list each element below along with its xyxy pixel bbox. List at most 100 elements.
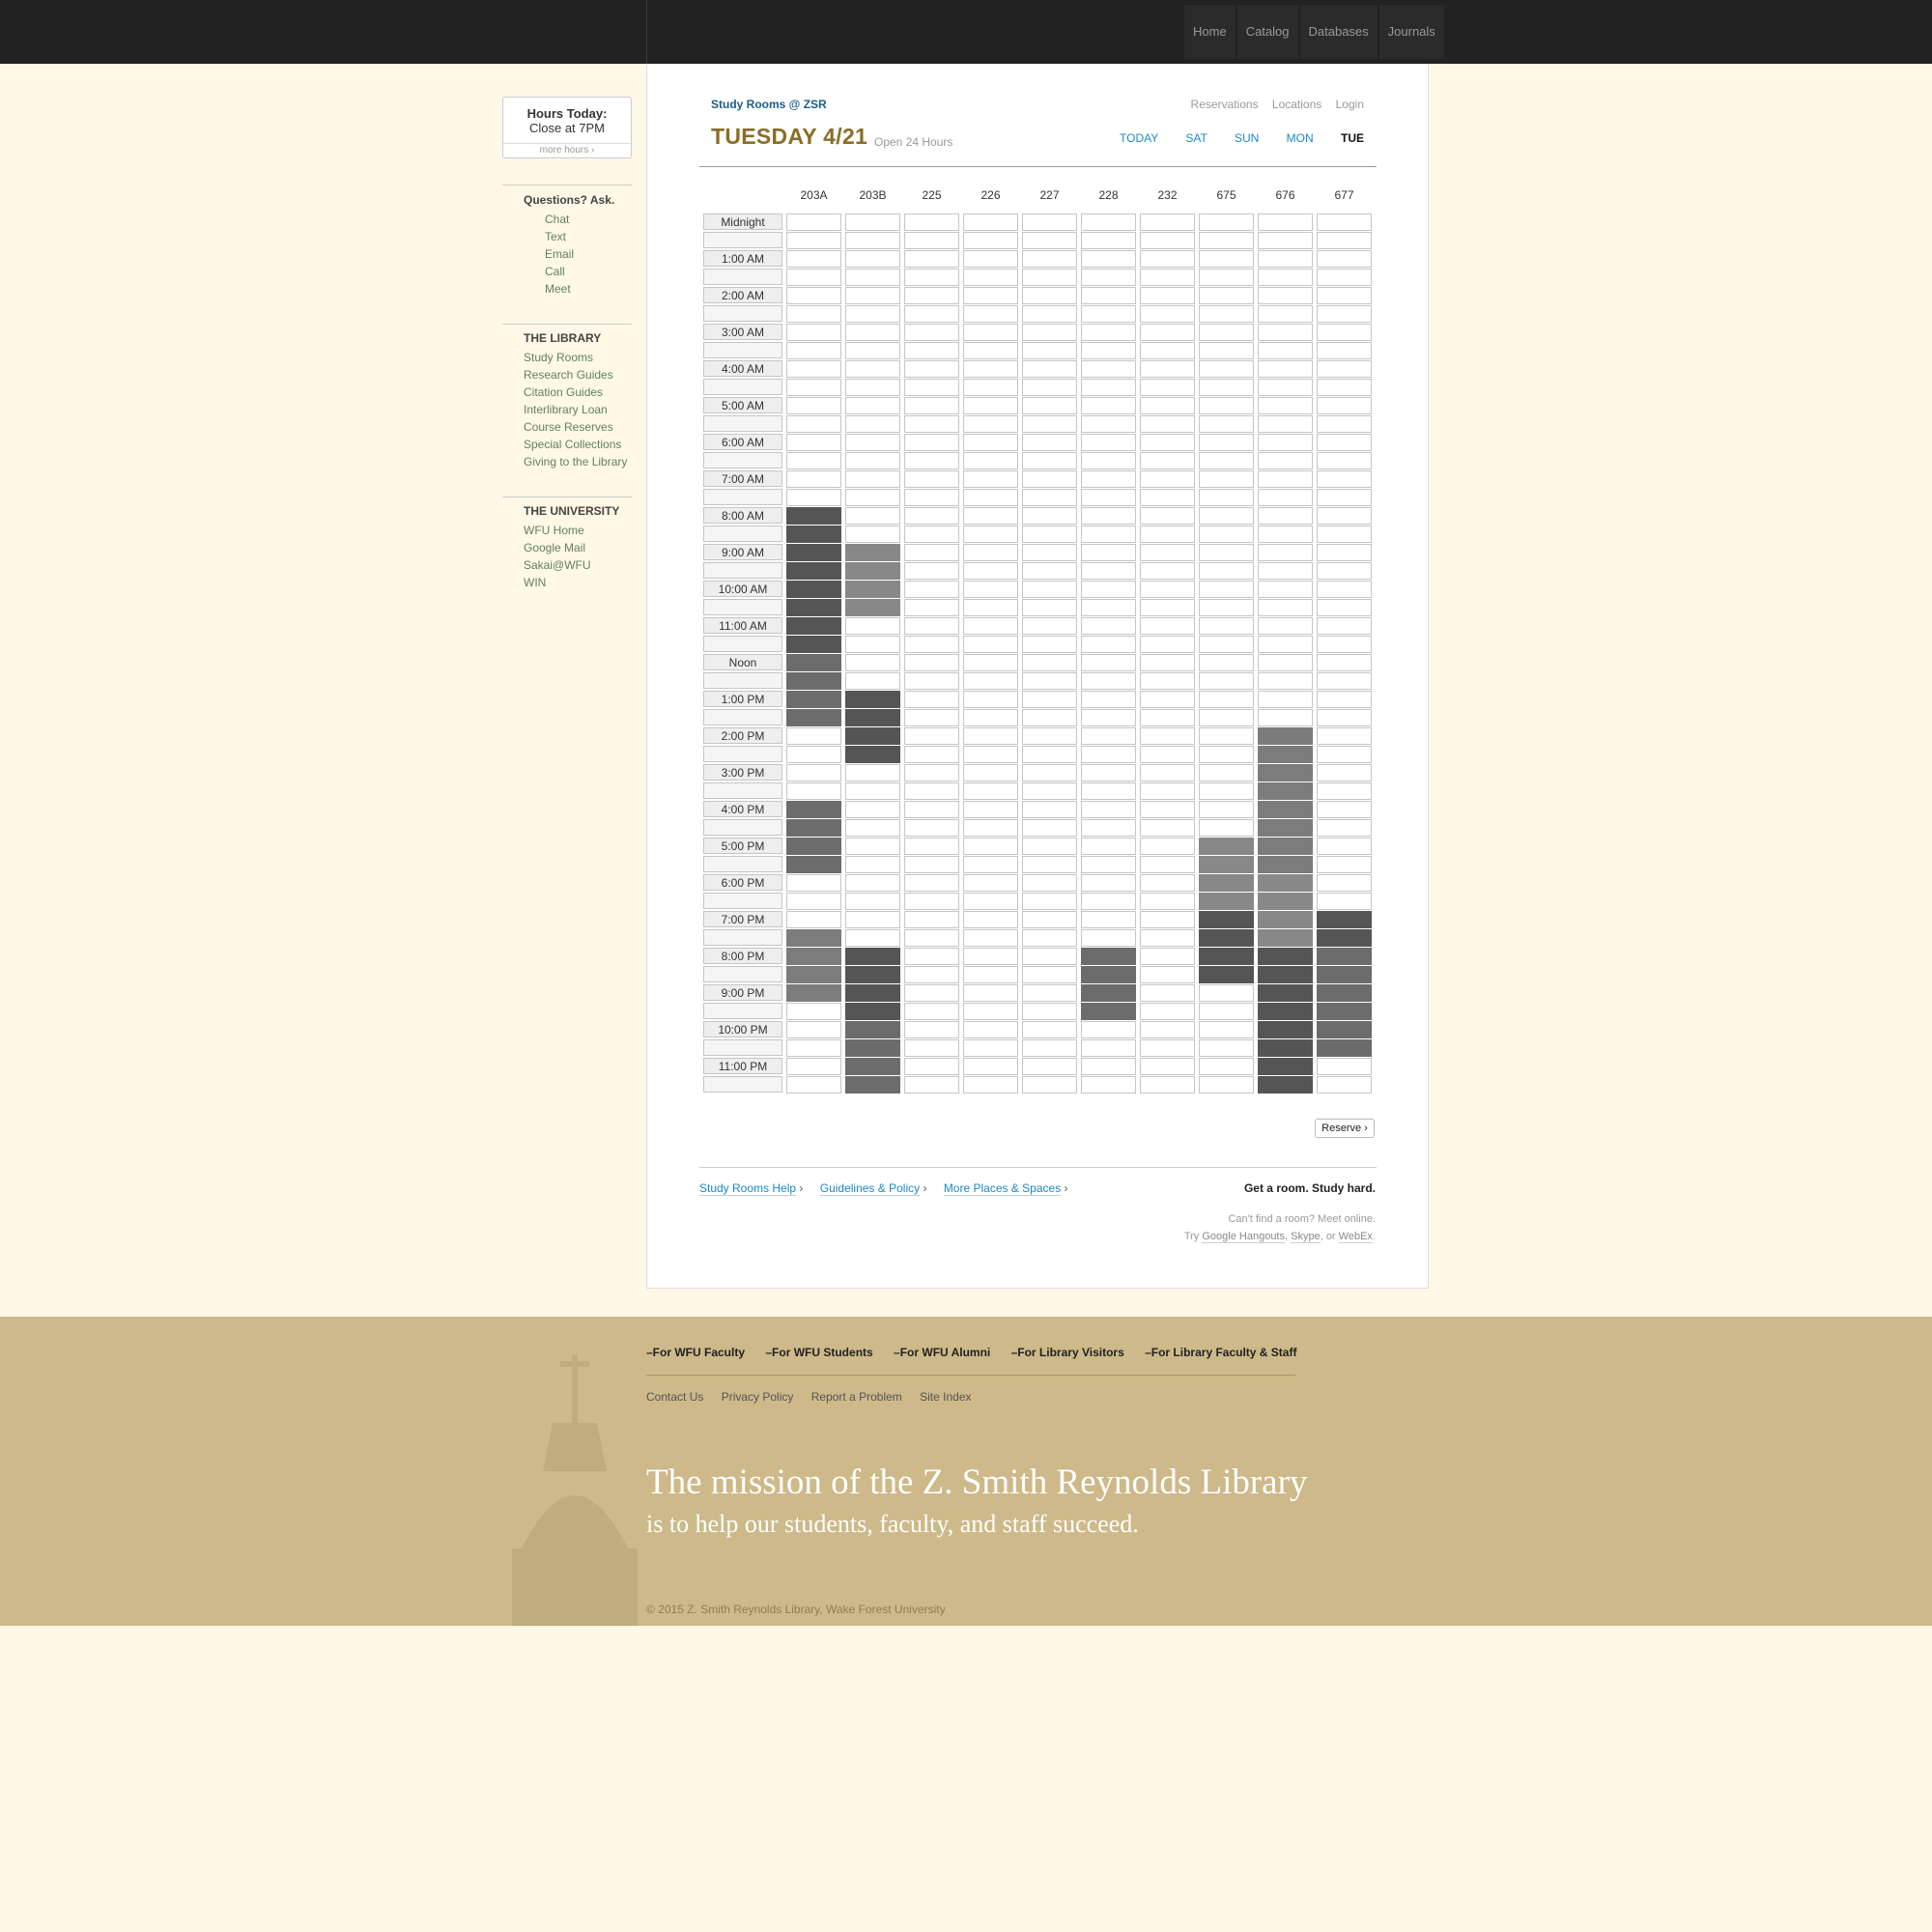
open-slot[interactable]	[904, 856, 959, 873]
open-slot[interactable]	[1022, 966, 1077, 983]
open-slot[interactable]	[786, 1039, 841, 1057]
open-slot[interactable]	[845, 507, 900, 525]
open-slot[interactable]	[845, 929, 900, 947]
open-slot[interactable]	[1317, 617, 1372, 635]
open-slot[interactable]	[963, 434, 1018, 451]
open-slot[interactable]	[1258, 507, 1313, 525]
open-slot[interactable]	[1081, 709, 1136, 726]
open-slot[interactable]	[1081, 654, 1136, 671]
faculty-link[interactable]: –For WFU Faculty	[646, 1346, 745, 1359]
open-slot[interactable]	[1081, 929, 1136, 947]
open-slot[interactable]	[1199, 709, 1254, 726]
sidebar-item-special-collections[interactable]: Special Collections	[524, 436, 632, 453]
sidebar-item-interlibrary-loan[interactable]: Interlibrary Loan	[524, 401, 632, 418]
open-slot[interactable]	[1317, 819, 1372, 837]
open-slot[interactable]	[904, 397, 959, 414]
open-slot[interactable]	[1258, 599, 1313, 616]
open-slot[interactable]	[786, 434, 841, 451]
open-slot[interactable]	[963, 324, 1018, 341]
students-link[interactable]: –For WFU Students	[765, 1346, 872, 1359]
open-slot[interactable]	[845, 397, 900, 414]
open-slot[interactable]	[963, 232, 1018, 249]
open-slot[interactable]	[963, 544, 1018, 561]
open-slot[interactable]	[1081, 1021, 1136, 1038]
open-slot[interactable]	[1199, 232, 1254, 249]
open-slot[interactable]	[1140, 893, 1195, 910]
open-slot[interactable]	[1258, 213, 1313, 231]
open-slot[interactable]	[845, 617, 900, 635]
open-slot[interactable]	[1199, 434, 1254, 451]
open-slot[interactable]	[1022, 838, 1077, 855]
open-slot[interactable]	[963, 489, 1018, 506]
open-slot[interactable]	[1022, 489, 1077, 506]
open-slot[interactable]	[1317, 727, 1372, 745]
open-slot[interactable]	[1199, 727, 1254, 745]
open-slot[interactable]	[1258, 305, 1313, 323]
open-slot[interactable]	[845, 470, 900, 488]
open-slot[interactable]	[845, 232, 900, 249]
open-slot[interactable]	[1258, 526, 1313, 543]
open-slot[interactable]	[1140, 984, 1195, 1002]
open-slot[interactable]	[1022, 379, 1077, 396]
open-slot[interactable]	[1081, 489, 1136, 506]
open-slot[interactable]	[1140, 324, 1195, 341]
ask-text-link[interactable]: Text	[545, 228, 632, 245]
webex-link[interactable]: WebEx	[1338, 1231, 1373, 1243]
open-slot[interactable]	[1140, 250, 1195, 268]
open-slot[interactable]	[1317, 691, 1372, 708]
open-slot[interactable]	[1140, 379, 1195, 396]
open-slot[interactable]	[1081, 213, 1136, 231]
open-slot[interactable]	[963, 1039, 1018, 1057]
open-slot[interactable]	[786, 782, 841, 800]
open-slot[interactable]	[1317, 636, 1372, 653]
google-hangouts-link[interactable]: Google Hangouts	[1202, 1231, 1285, 1243]
open-slot[interactable]	[845, 819, 900, 837]
open-slot[interactable]	[963, 526, 1018, 543]
open-slot[interactable]	[845, 526, 900, 543]
open-slot[interactable]	[963, 764, 1018, 781]
open-slot[interactable]	[1022, 232, 1077, 249]
nav-catalog[interactable]: Catalog	[1236, 5, 1298, 59]
sidebar-item-google-mail[interactable]: Google Mail	[524, 539, 632, 556]
open-slot[interactable]	[1081, 342, 1136, 359]
open-slot[interactable]	[1317, 856, 1372, 873]
open-slot[interactable]	[1022, 948, 1077, 965]
open-slot[interactable]	[1140, 342, 1195, 359]
open-slot[interactable]	[1081, 287, 1136, 304]
open-slot[interactable]	[1081, 415, 1136, 433]
open-slot[interactable]	[1199, 305, 1254, 323]
open-slot[interactable]	[1140, 581, 1195, 598]
open-slot[interactable]	[1022, 507, 1077, 525]
open-slot[interactable]	[845, 342, 900, 359]
open-slot[interactable]	[1022, 874, 1077, 892]
open-slot[interactable]	[786, 1076, 841, 1094]
open-slot[interactable]	[1081, 801, 1136, 818]
open-slot[interactable]	[1317, 672, 1372, 690]
open-slot[interactable]	[1081, 324, 1136, 341]
open-slot[interactable]	[1258, 360, 1313, 378]
open-slot[interactable]	[786, 1058, 841, 1075]
open-slot[interactable]	[1022, 544, 1077, 561]
open-slot[interactable]	[904, 727, 959, 745]
open-slot[interactable]	[845, 801, 900, 818]
open-slot[interactable]	[1140, 452, 1195, 469]
open-slot[interactable]	[1081, 434, 1136, 451]
open-slot[interactable]	[963, 636, 1018, 653]
breadcrumb[interactable]: Study Rooms @ ZSR	[711, 98, 827, 111]
open-slot[interactable]	[786, 893, 841, 910]
sidebar-item-citation-guides[interactable]: Citation Guides	[524, 384, 632, 401]
open-slot[interactable]	[786, 911, 841, 928]
ask-chat-link[interactable]: Chat	[545, 211, 632, 228]
open-slot[interactable]	[904, 764, 959, 781]
open-slot[interactable]	[904, 966, 959, 983]
open-slot[interactable]	[1140, 782, 1195, 800]
open-slot[interactable]	[1081, 782, 1136, 800]
open-slot[interactable]	[786, 342, 841, 359]
sidebar-item-sakai[interactable]: Sakai@WFU	[524, 556, 632, 574]
open-slot[interactable]	[1199, 691, 1254, 708]
open-slot[interactable]	[786, 397, 841, 414]
open-slot[interactable]	[1022, 727, 1077, 745]
open-slot[interactable]	[963, 213, 1018, 231]
open-slot[interactable]	[904, 415, 959, 433]
open-slot[interactable]	[963, 470, 1018, 488]
